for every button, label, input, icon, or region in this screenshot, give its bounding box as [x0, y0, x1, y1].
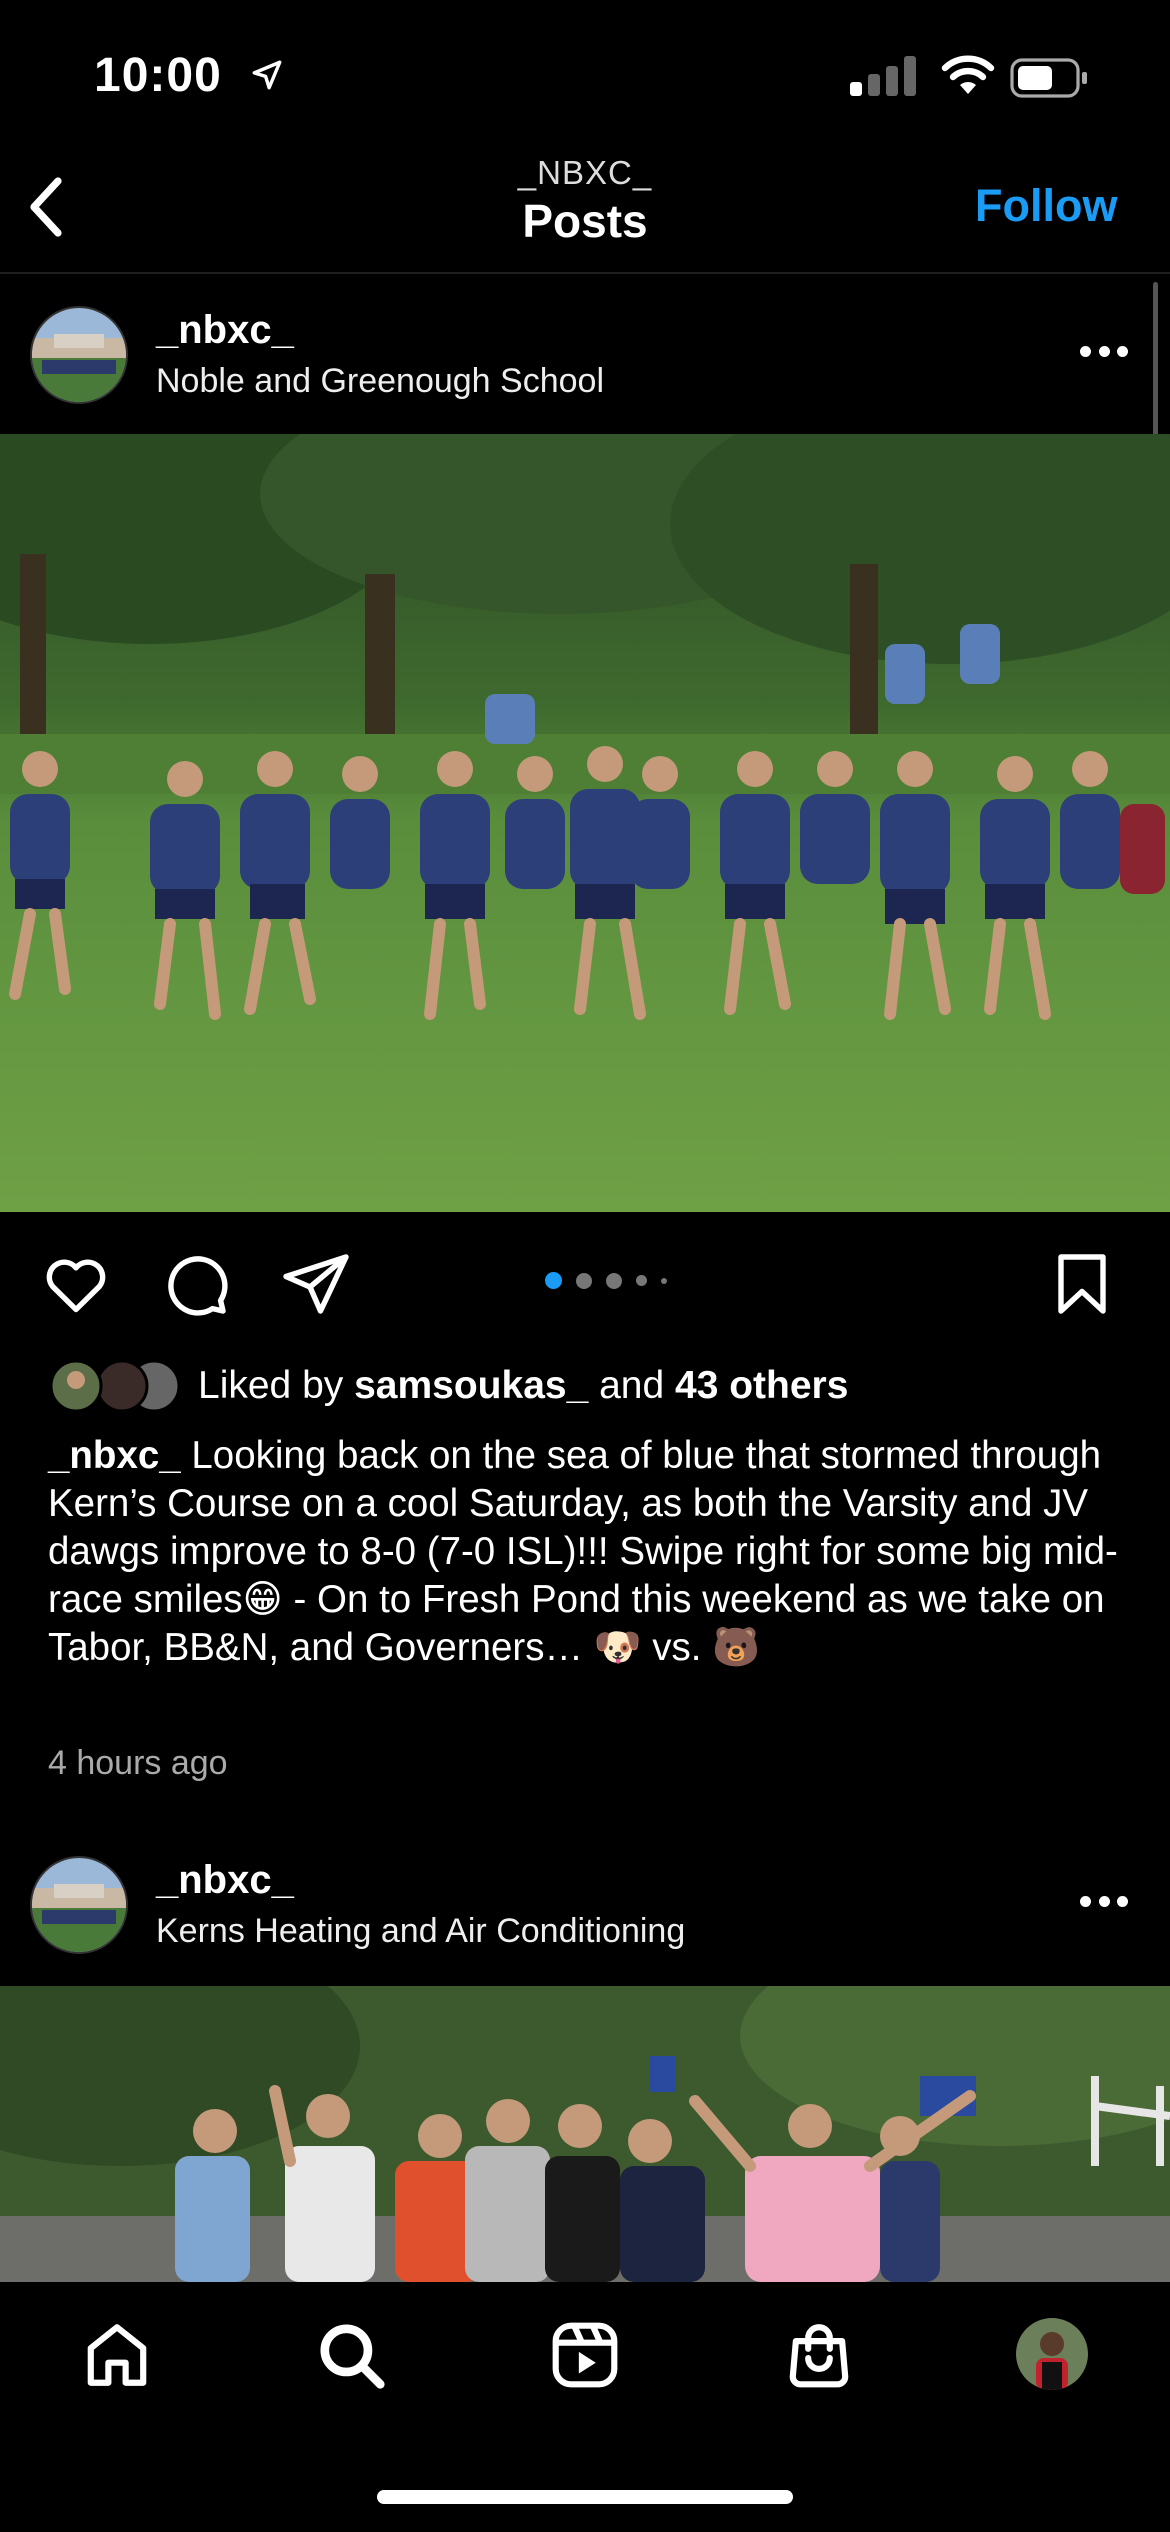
carousel-dot — [606, 1272, 622, 1289]
location-arrow-icon — [252, 60, 282, 90]
post-photo[interactable] — [0, 434, 1170, 1212]
more-dots-icon[interactable] — [1080, 346, 1128, 360]
wifi-icon — [941, 55, 995, 94]
heart-icon[interactable] — [40, 1248, 112, 1320]
comment-icon[interactable] — [160, 1248, 232, 1320]
liked-by-avatars[interactable] — [48, 1358, 183, 1414]
post-location[interactable]: Kerns Heating and Air Conditioning — [156, 1912, 685, 1951]
more-dots-icon[interactable] — [1080, 1896, 1128, 1910]
post-caption: _nbxc_ Looking back on the sea of blue t… — [48, 1432, 1128, 1672]
post-username[interactable]: _nbxc_ — [156, 1858, 294, 1903]
nav-divider — [0, 272, 1170, 274]
liked-by-user[interactable]: samsoukas_ — [354, 1364, 588, 1407]
reels-icon[interactable] — [548, 2318, 622, 2392]
carousel-dot — [545, 1272, 562, 1289]
carousel-dot — [636, 1275, 647, 1286]
liked-by-others[interactable]: 43 others — [675, 1364, 848, 1407]
liked-by-prefix: Liked by — [198, 1364, 355, 1407]
shop-icon[interactable] — [782, 2318, 856, 2392]
post-photo[interactable] — [0, 1986, 1170, 2282]
share-icon[interactable] — [280, 1248, 352, 1320]
home-indicator — [377, 2490, 793, 2504]
post-location[interactable]: Noble and Greenough School — [156, 362, 604, 401]
search-icon[interactable] — [314, 2318, 388, 2392]
status-time: 10:00 — [94, 49, 222, 102]
liked-by-text: Liked by samsoukas_ and 43 others — [198, 1364, 848, 1408]
signal-icon — [850, 56, 916, 96]
follow-button[interactable]: Follow — [975, 180, 1117, 232]
home-icon[interactable] — [80, 2318, 154, 2392]
carousel-dot — [661, 1277, 667, 1284]
caption-text: Looking back on the sea of blue that sto… — [48, 1434, 1118, 1669]
bookmark-icon[interactable] — [1046, 1248, 1118, 1320]
post-username[interactable]: _nbxc_ — [156, 308, 294, 353]
carousel-dot — [576, 1272, 592, 1289]
liked-by-and: and — [588, 1364, 676, 1407]
battery-icon — [1010, 58, 1087, 98]
carousel-indicator — [545, 1272, 667, 1289]
post-timestamp: 4 hours ago — [48, 1744, 228, 1782]
avatar[interactable] — [30, 306, 128, 404]
caption-username[interactable]: _nbxc_ — [48, 1434, 181, 1477]
avatar[interactable] — [30, 1856, 128, 1954]
profile-avatar[interactable] — [1016, 2318, 1088, 2390]
